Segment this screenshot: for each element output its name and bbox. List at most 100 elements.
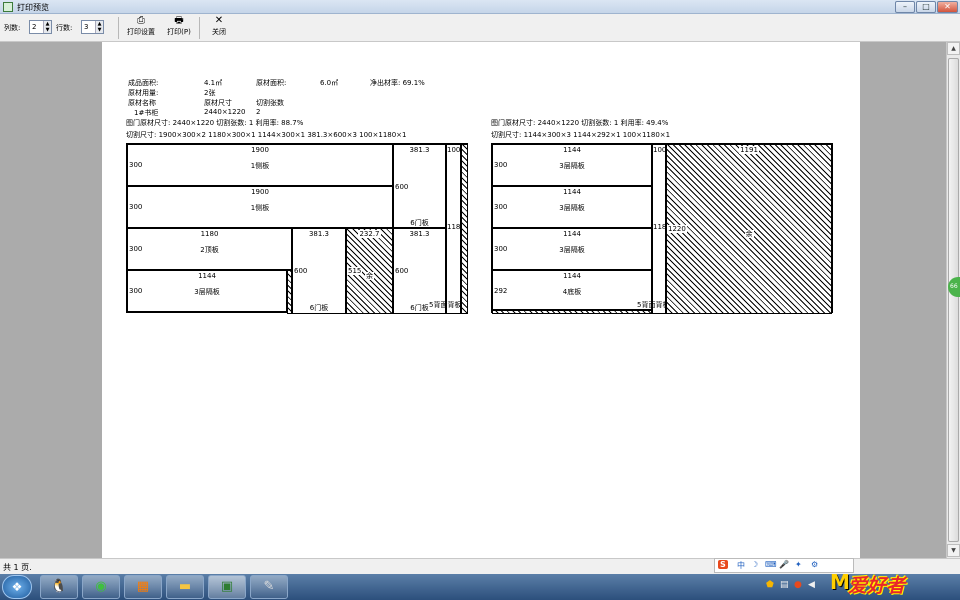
row-size: 2440×1220 <box>204 108 246 116</box>
piece-width: 100 <box>653 146 667 154</box>
ime-tools-icon[interactable]: ⚙ <box>811 560 818 569</box>
piece-name: 6门板 <box>410 219 429 227</box>
offcut-strip <box>461 144 468 314</box>
scroll-up-icon[interactable]: ▲ <box>947 42 960 55</box>
piece-width: 1144 <box>563 272 581 280</box>
system-tray: ⬟ ▤ ● ◀ <box>764 576 824 598</box>
printer-icon: 🖶 <box>174 15 184 26</box>
minimize-button[interactable]: – <box>895 1 915 13</box>
piece-width: 1900 <box>251 188 269 196</box>
piece-width: 1144 <box>198 272 216 280</box>
qq-taskbar-icon[interactable]: 🐧 <box>40 575 78 599</box>
piece: 1144 292 4底板 <box>492 270 652 310</box>
ime-voice-icon[interactable]: 🎤 <box>779 560 789 569</box>
offcut-strip <box>492 310 652 314</box>
piece-name: 3层隔板 <box>194 288 220 296</box>
ime-punct-icon[interactable]: ☽ <box>751 560 758 569</box>
print-button[interactable]: 🖶 打印(P) <box>163 15 195 37</box>
offcut-name: 余 <box>365 272 374 280</box>
col-size-header: 原材尺寸 <box>204 99 232 107</box>
start-button-icon[interactable]: ❖ <box>2 575 32 599</box>
piece: 1900 300 1侧板 <box>127 144 393 186</box>
spinner-arrows-icon[interactable]: ▲ ▼ <box>43 21 51 33</box>
cols-spinner[interactable]: 2 ▲ ▼ <box>29 20 52 34</box>
sheet-1-header: 图门原材尺寸: 2440×1220 切割张数: 1 利用率: 88.7% <box>126 119 304 127</box>
piece: 1900 300 1侧板 <box>127 186 393 228</box>
piece-height: 600 <box>294 267 308 275</box>
logo-mark-icon: M <box>830 570 850 594</box>
ime-skin-icon[interactable]: ✦ <box>795 560 802 569</box>
window-title: 打印预览 <box>17 3 49 12</box>
piece-height: 600 <box>395 183 409 191</box>
ime-symbol-icon[interactable]: ⌨ <box>765 560 777 569</box>
offcut-region: 232.7 515 余 <box>346 228 393 314</box>
piece-name: 5背面背板 <box>637 301 670 309</box>
row-cuts: 2 <box>256 108 261 116</box>
tray-volume-icon[interactable]: ◀ <box>808 580 815 590</box>
raw-usage-label: 原材用量: <box>128 89 159 97</box>
logo-text: 爱好者 <box>848 575 906 597</box>
offcut-name: 余 <box>744 230 754 238</box>
ime-mode-zh[interactable]: 中 <box>737 560 745 571</box>
toolbar: 列数: 2 ▲ ▼ 行数: 3 ▲ ▼ ⎙ 打印设置 🖶 打印(P) ✕ 关闭 <box>0 14 960 42</box>
product-area-value: 4.1㎡ <box>204 79 223 87</box>
piece-width: 1144 <box>563 146 581 154</box>
cols-label: 列数: <box>4 24 21 32</box>
offcut-region: 1191 1220 余 <box>666 144 832 314</box>
sheet-1-cuts: 切割尺寸: 1900×300×2 1180×300×1 1144×300×1 3… <box>126 131 407 139</box>
piece-name: 3层隔板 <box>559 204 585 212</box>
sheet-1-layout: 1900 300 1侧板 1900 300 1侧板 1180 300 2顶板 1… <box>126 143 468 314</box>
piece: 381.3 600 6门板 <box>393 144 446 228</box>
piece-name: 3层隔板 <box>559 162 585 170</box>
print-setup-button[interactable]: ⎙ 打印设置 <box>123 15 159 37</box>
maximize-button[interactable]: □ <box>916 1 936 13</box>
piece: 1180 300 2顶板 <box>127 228 292 270</box>
sheet-2-cuts: 切割尺寸: 1144×300×3 1144×292×1 100×1180×1 <box>491 131 671 139</box>
piece-width: 381.3 <box>308 230 330 238</box>
tray-network-icon[interactable]: ▤ <box>780 580 789 590</box>
spinner-arrows-icon[interactable]: ▲ ▼ <box>95 21 103 33</box>
tray-shield-icon[interactable]: ⬟ <box>766 580 774 590</box>
piece-name: 1侧板 <box>250 204 270 212</box>
rows-spinner[interactable]: 3 ▲ ▼ <box>81 20 104 34</box>
rows-value: 3 <box>84 23 89 31</box>
piece-name: 1侧板 <box>250 162 270 170</box>
piece-width: 1900 <box>251 146 269 154</box>
piece-width: 381.3 <box>409 146 430 154</box>
cutting-app-taskbar-icon[interactable]: ▣ <box>208 575 246 599</box>
piece-width: 1144 <box>563 230 581 238</box>
piece-name: 4底板 <box>562 288 582 296</box>
scroll-thumb[interactable] <box>948 58 959 542</box>
browser-taskbar-icon[interactable]: ◉ <box>82 575 120 599</box>
page-count: 共 1 页. <box>3 563 32 572</box>
toolbar-separator <box>118 17 119 39</box>
raw-usage-value: 2张 <box>204 89 216 97</box>
app-taskbar-icon[interactable]: ▦ <box>124 575 162 599</box>
sogou-ime-icon[interactable]: S <box>718 560 728 569</box>
app-icon <box>3 2 13 12</box>
tool-taskbar-icon[interactable]: ✎ <box>250 575 288 599</box>
piece: 100 1180 5背面背板 <box>637 144 671 314</box>
offcut-width: 1191 <box>739 146 759 154</box>
piece-width: 381.3 <box>409 230 430 238</box>
piece-name: 2顶板 <box>200 246 219 254</box>
piece-name: 5背面背板 <box>429 301 462 309</box>
offcut-width: 232.7 <box>358 230 381 238</box>
piece: 381.3 600 6门板 <box>292 228 346 314</box>
close-window-button[interactable]: ✕ <box>937 1 958 13</box>
scroll-down-icon[interactable]: ▼ <box>947 544 960 557</box>
print-preview-page: 成品面积: 4.1㎡ 原材面积: 6.0㎡ 净出材率: 69.1% 原材用量: … <box>102 42 860 558</box>
rows-label: 行数: <box>56 24 73 32</box>
row-name: 1#书柜 <box>134 109 159 117</box>
raw-area-value: 6.0㎡ <box>320 79 339 87</box>
folder-taskbar-icon[interactable]: ▬ <box>166 575 204 599</box>
vertical-scrollbar[interactable]: ▲ ▼ <box>946 42 960 558</box>
title-bar: 打印预览 – □ ✕ <box>0 0 960 14</box>
piece-width: 100 <box>447 146 461 154</box>
tray-ime-icon[interactable]: ● <box>794 580 802 590</box>
piece-width: 1144 <box>563 188 581 196</box>
col-cuts-header: 切割张数 <box>256 99 284 107</box>
piece-name: 3层隔板 <box>559 246 585 254</box>
close-preview-button[interactable]: ✕ 关闭 <box>205 15 233 37</box>
close-icon: ✕ <box>214 15 224 26</box>
